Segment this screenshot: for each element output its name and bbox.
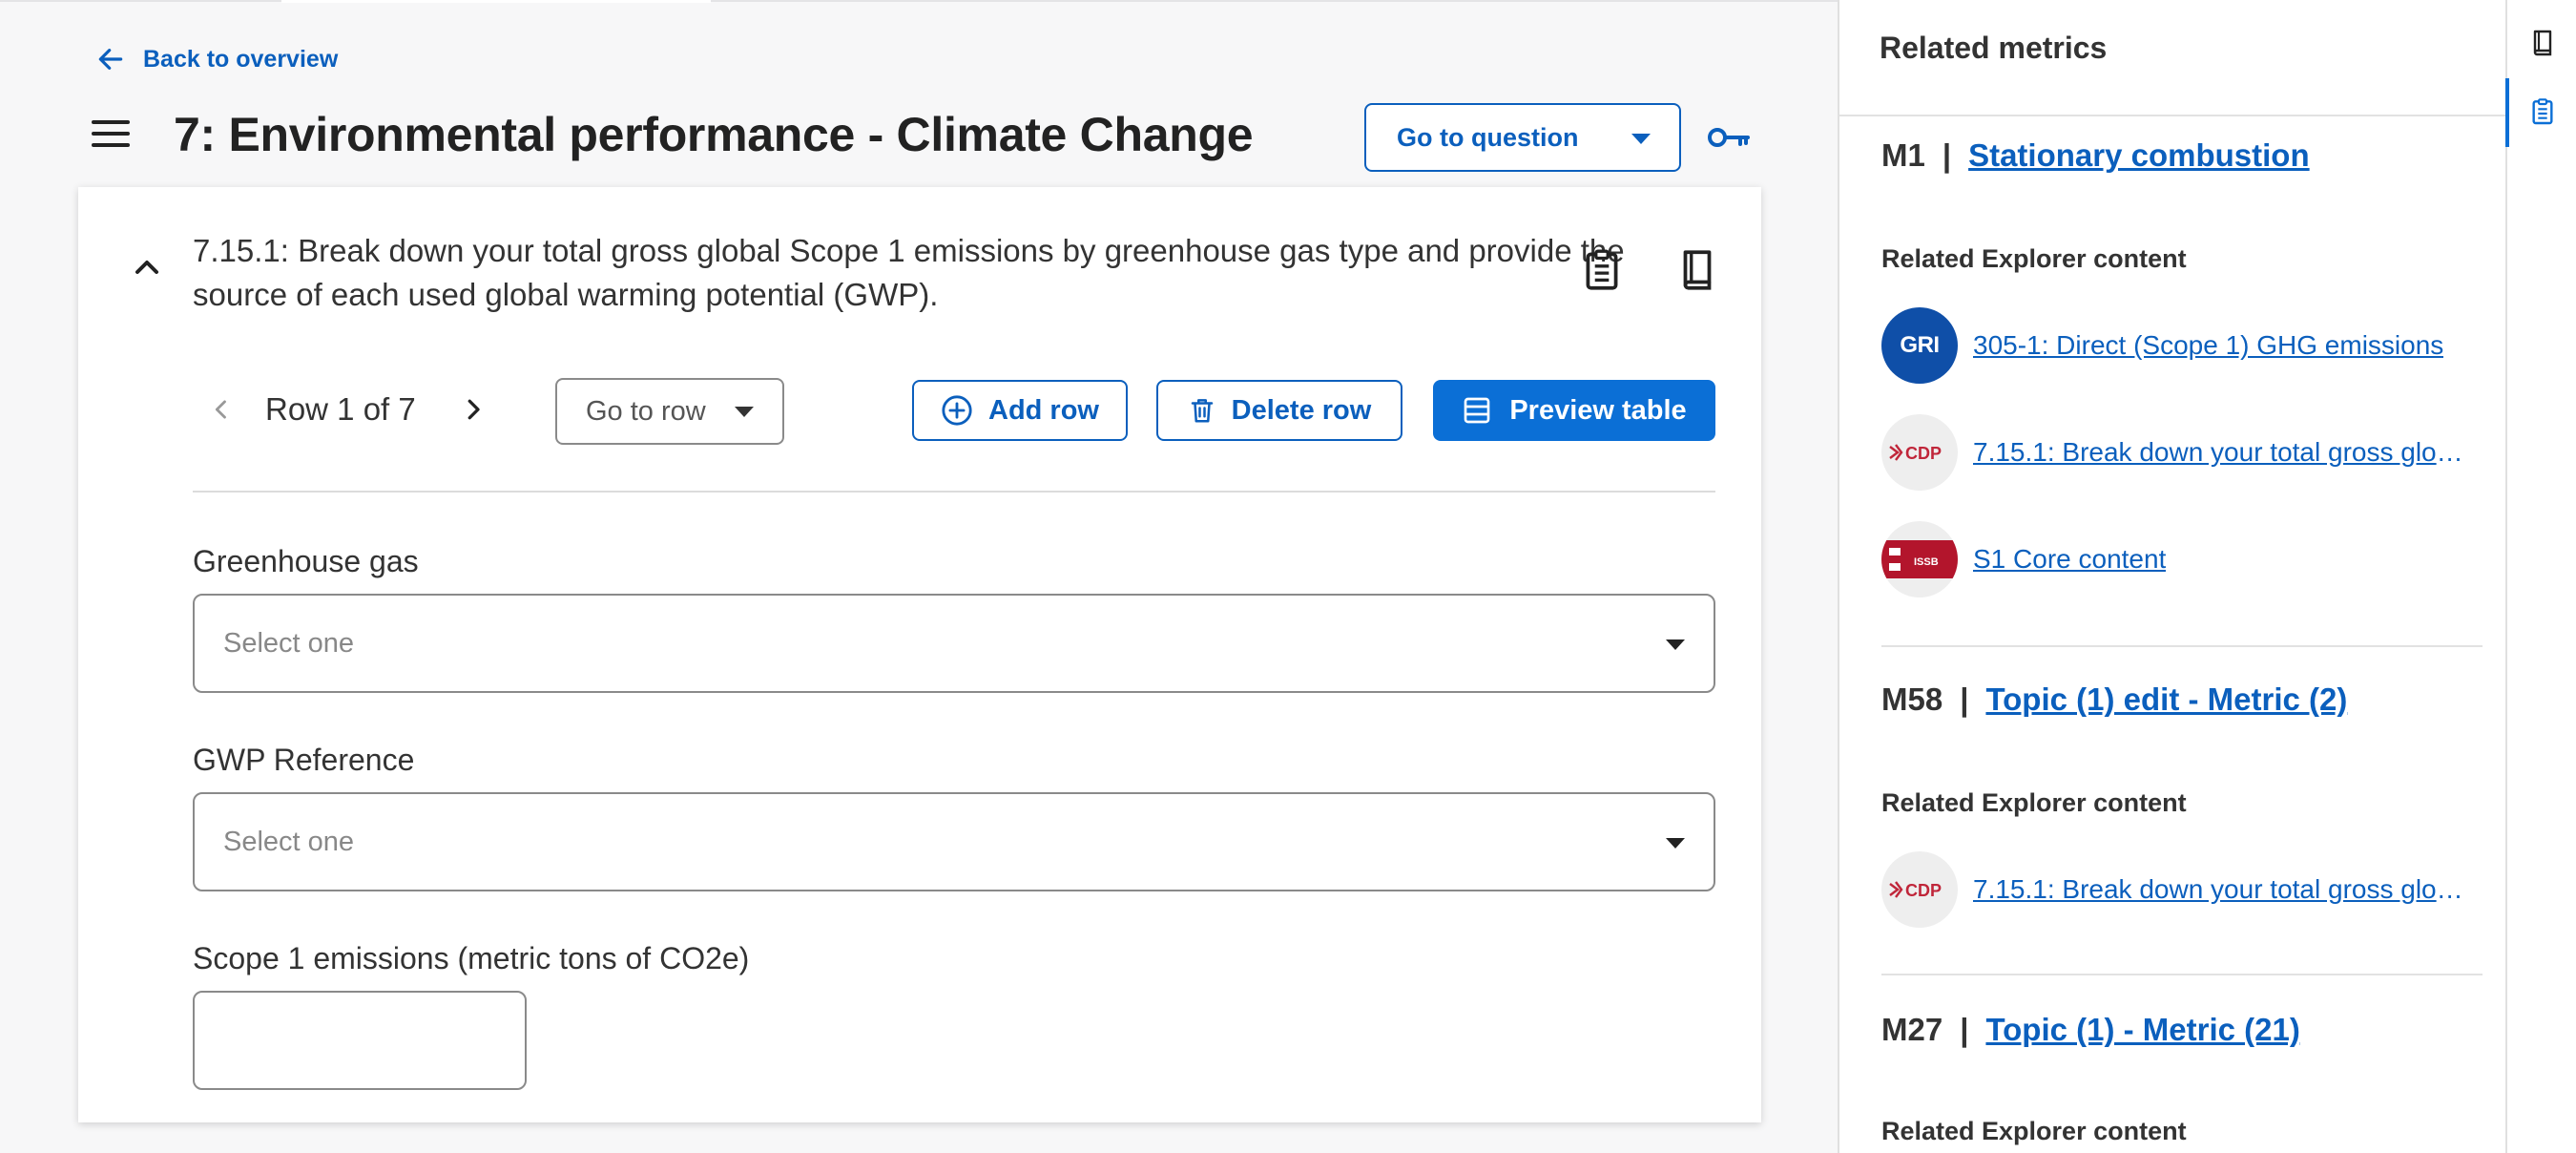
menu-icon[interactable] <box>92 120 130 151</box>
caret-down-icon <box>1631 134 1651 144</box>
gri-logo: GRI <box>1881 307 1958 384</box>
question-text: 7.15.1: Break down your total gross glob… <box>193 233 1625 312</box>
go-to-question-label: Go to question <box>1397 122 1579 152</box>
greenhouse-gas-select[interactable]: Select one <box>193 594 1715 693</box>
app-root: Back to overview 7: Environmental perfor… <box>0 0 2576 1153</box>
metric-header: M1 | Stationary combustion <box>1881 137 2310 174</box>
gri-logo-text: GRI <box>1900 332 1940 358</box>
issb-logo-mark: ISSB <box>1881 540 1958 578</box>
add-row-label: Add row <box>988 394 1099 426</box>
go-to-row-dropdown[interactable]: Go to row <box>555 378 784 445</box>
related-content-item: GRI 305-1: Direct (Scope 1) GHG emission… <box>1881 307 2473 384</box>
related-content-item: ISSB S1 Core content <box>1881 521 2473 597</box>
back-to-overview-link[interactable]: Back to overview <box>95 44 338 74</box>
related-content-link[interactable]: 7.15.1: Break down your total gross glob… <box>1973 874 2469 905</box>
preview-table-label: Preview table <box>1509 394 1687 426</box>
delete-row-button[interactable]: Delete row <box>1156 380 1402 441</box>
key-icon[interactable] <box>1706 120 1752 155</box>
main-content: Back to overview 7: Environmental perfor… <box>0 0 1838 1153</box>
cdp-logo: CDP <box>1881 851 1958 928</box>
metric-header: M27 | Topic (1) - Metric (21) <box>1881 1012 2300 1048</box>
related-content-item: CDP 7.15.1: Break down your total gross … <box>1881 414 2473 491</box>
arrow-left-icon <box>98 49 123 70</box>
related-metrics-panel: Related metrics M1 | Stationary combusti… <box>1838 0 2507 1153</box>
page-title: 7: Environmental performance - Climate C… <box>174 108 1254 161</box>
cdp-logo-mark: CDP <box>1889 881 1942 900</box>
related-content-link[interactable]: S1 Core content <box>1973 544 2166 575</box>
metric-code: M1 <box>1881 137 1925 173</box>
row-navigation: Row 1 of 7 <box>193 378 502 441</box>
book-icon[interactable] <box>1673 246 1721 294</box>
delete-row-label: Delete row <box>1231 394 1372 426</box>
metric-header: M58 | Topic (1) edit - Metric (2) <box>1881 681 2347 718</box>
metric-code: M58 <box>1881 681 1943 717</box>
side-rail <box>2505 0 2576 1153</box>
next-row-button[interactable] <box>445 381 502 438</box>
question-card: 7.15.1: Break down your total gross glob… <box>78 187 1761 1122</box>
top-tab-accent <box>281 0 711 3</box>
cdp-logo-text: CDP <box>1905 444 1942 463</box>
previous-row-button[interactable] <box>193 381 250 438</box>
go-to-question-dropdown[interactable]: Go to question <box>1364 103 1681 172</box>
metric-code: M27 <box>1881 1012 1943 1047</box>
go-to-row-label: Go to row <box>586 395 706 427</box>
plus-circle-icon <box>942 395 972 426</box>
metric-separator: | <box>1960 681 1969 717</box>
scope1-emissions-label: Scope 1 emissions (metric tons of CO2e) <box>193 941 750 975</box>
caret-down-icon <box>1666 838 1685 849</box>
panel-title: Related metrics <box>1880 31 2108 65</box>
metric-divider <box>1881 645 2483 647</box>
related-content-heading: Related Explorer content <box>1881 788 2187 817</box>
caret-down-icon <box>1666 639 1685 650</box>
related-content-link[interactable]: 305-1: Direct (Scope 1) GHG emissions <box>1973 330 2443 361</box>
preview-table-button[interactable]: Preview table <box>1433 380 1715 441</box>
clipboard-icon <box>2532 98 2553 125</box>
row-indicator: Row 1 of 7 <box>265 391 416 427</box>
cdp-logo-mark: CDP <box>1889 444 1942 463</box>
rail-clipboard-button[interactable] <box>2507 78 2576 145</box>
greenhouse-gas-placeholder: Select one <box>223 627 355 659</box>
section-divider <box>193 491 1715 493</box>
metric-separator: | <box>1960 1012 1969 1047</box>
cdp-logo: CDP <box>1881 414 1958 491</box>
metric-divider <box>1881 974 2483 975</box>
greenhouse-gas-label: Greenhouse gas <box>193 544 419 578</box>
table-icon <box>1464 397 1490 424</box>
trash-icon <box>1191 399 1213 423</box>
rail-book-button[interactable] <box>2507 10 2576 76</box>
scope1-emissions-input[interactable] <box>193 991 527 1090</box>
panel-header-divider <box>1839 115 2507 116</box>
book-icon <box>2533 30 2552 56</box>
issb-logo-text: ISSB <box>1914 556 1939 568</box>
add-row-button[interactable]: Add row <box>912 380 1128 441</box>
chevron-up-icon[interactable] <box>128 248 166 286</box>
issb-logo: ISSB <box>1881 521 1958 597</box>
cdp-logo-text: CDP <box>1905 881 1942 900</box>
related-content-item: CDP 7.15.1: Break down your total gross … <box>1881 851 2473 928</box>
metric-link[interactable]: Topic (1) - Metric (21) <box>1985 1012 2299 1048</box>
chevron-right-icon <box>467 399 480 420</box>
back-link-label: Back to overview <box>143 45 339 73</box>
metric-separator: | <box>1942 137 1952 173</box>
related-content-heading: Related Explorer content <box>1881 244 2187 273</box>
gwp-reference-label: GWP Reference <box>193 743 415 777</box>
gwp-reference-select[interactable]: Select one <box>193 792 1715 891</box>
caret-down-icon <box>735 407 754 417</box>
metric-link[interactable]: Stationary combustion <box>1968 137 2310 174</box>
chevron-left-icon <box>215 400 226 419</box>
gwp-reference-placeholder: Select one <box>223 826 355 857</box>
related-content-link[interactable]: 7.15.1: Break down your total gross glob… <box>1973 437 2469 468</box>
metric-link[interactable]: Topic (1) edit - Metric (2) <box>1985 681 2347 718</box>
related-content-heading: Related Explorer content <box>1881 1117 2187 1145</box>
clipboard-icon[interactable] <box>1578 246 1626 294</box>
